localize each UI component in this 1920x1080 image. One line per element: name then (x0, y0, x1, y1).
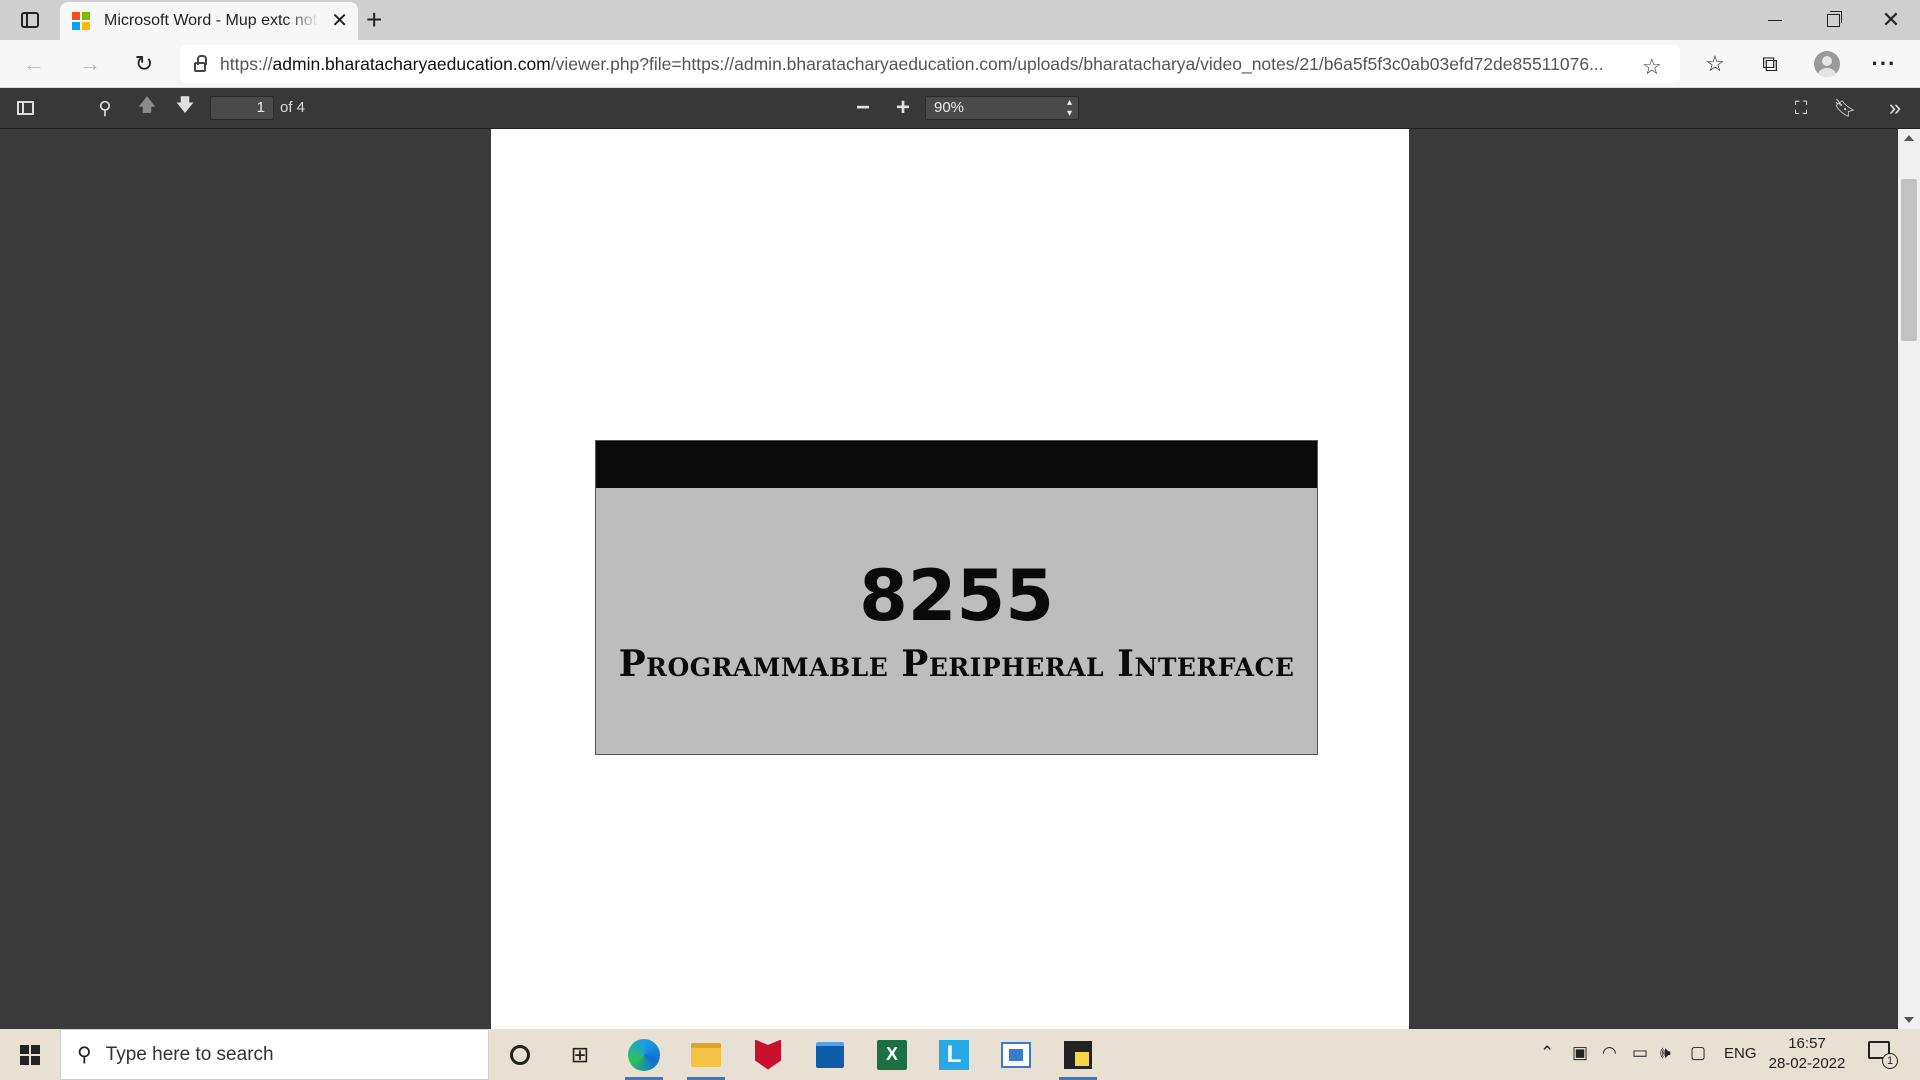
browser-toolbar: ← → ↻ https://admin.bharatacharyaeducati… (0, 40, 1920, 88)
cortana-icon[interactable] (493, 1029, 547, 1080)
search-icon[interactable]: ⚲ (92, 96, 118, 120)
search-icon: ⚲ (77, 1044, 92, 1066)
page-number-input[interactable]: 1 (210, 96, 274, 120)
reload-icon[interactable]: ↻ (130, 50, 158, 78)
title-box-band (596, 441, 1317, 488)
excel-icon[interactable]: X (865, 1029, 919, 1080)
notification-count-badge: 1 (1882, 1053, 1898, 1069)
pdf-viewer-area[interactable]: 8255 Programmable Peripheral Interface (0, 129, 1898, 1029)
sidebar-toggle-icon[interactable] (12, 96, 38, 120)
clock-time: 16:57 (1788, 1035, 1826, 1052)
window-restore-button[interactable] (1810, 6, 1856, 34)
tray-chevron-up-icon[interactable]: ⌃ (1540, 1043, 1554, 1063)
url-text[interactable]: https://admin.bharatacharyaeducation.com… (220, 54, 1620, 75)
forward-arrow-icon[interactable]: → (76, 50, 104, 78)
taskbar-clock[interactable]: 16:57 28-02-2022 (1764, 1034, 1850, 1074)
chevron-updown-icon: ▴ ▾ (1066, 97, 1072, 119)
tab-close-icon[interactable]: ✕ (331, 11, 348, 31)
l-app-icon[interactable]: L (927, 1029, 981, 1080)
edge-browser-icon[interactable] (617, 1029, 671, 1080)
windows-taskbar: ⚲ Type here to search ⊞ X L ⌃ ▣ ◠ ▭ 🕪︎ ▢… (0, 1029, 1920, 1080)
microsoft-word-icon (72, 12, 90, 30)
taskbar-search-box[interactable]: ⚲ Type here to search (60, 1029, 489, 1080)
scroll-down-icon[interactable] (1904, 1017, 1914, 1023)
bookmark-icon[interactable]: 🔖︎ (1832, 96, 1858, 120)
next-page-icon[interactable]: 🡇 (172, 95, 198, 120)
address-bar[interactable]: https://admin.bharatacharyaeducation.com… (180, 45, 1680, 83)
volume-icon[interactable]: 🕪︎ (1660, 1043, 1671, 1063)
clock-date: 28-02-2022 (1768, 1055, 1846, 1072)
zoom-out-icon[interactable]: − (850, 94, 876, 121)
battery-icon[interactable]: ▭ (1632, 1043, 1648, 1063)
chip-subtitle-heading: Programmable Peripheral Interface (618, 643, 1295, 685)
scrollbar-thumb[interactable] (1901, 179, 1917, 341)
vertical-scrollbar[interactable] (1898, 129, 1920, 1029)
presentation-mode-icon[interactable]: ⛶ (1788, 96, 1814, 120)
lock-icon[interactable] (180, 55, 220, 72)
scroll-up-icon[interactable] (1904, 135, 1914, 141)
zoom-in-icon[interactable]: + (890, 94, 916, 121)
profile-avatar[interactable] (1811, 50, 1843, 78)
file-explorer-icon[interactable] (679, 1029, 733, 1080)
input-language[interactable]: ENG (1724, 1045, 1757, 1062)
tab-actions-icon[interactable] (16, 8, 44, 32)
browser-tab-strip: Microsoft Word - Mup extc notes ✕ + ✕ (0, 0, 1920, 40)
tab-title: Microsoft Word - Mup extc notes (104, 12, 319, 29)
add-favorite-icon[interactable]: ☆ (1642, 54, 1662, 80)
chip-number-heading: 8255 (859, 555, 1054, 637)
windows-start-icon[interactable] (8, 1029, 52, 1080)
mcafee-shield-icon[interactable] (741, 1029, 795, 1080)
tray-device-icon[interactable]: ▣ (1572, 1043, 1588, 1063)
browser-tab-active[interactable]: Microsoft Word - Mup extc notes ✕ (60, 2, 358, 40)
collections-icon[interactable]: ⧉ (1754, 50, 1786, 78)
sticky-notes-icon[interactable] (1051, 1029, 1105, 1080)
tools-chevron-icon[interactable]: » (1882, 95, 1908, 120)
window-app-icon[interactable] (989, 1029, 1043, 1080)
meet-now-icon[interactable]: ▢ (1690, 1043, 1706, 1063)
wifi-icon[interactable]: ◠ (1602, 1043, 1617, 1063)
notification-center-icon[interactable]: 1 (1868, 1041, 1898, 1069)
microsoft-store-icon[interactable] (803, 1029, 857, 1080)
previous-page-icon[interactable]: 🡅 (134, 95, 160, 120)
window-minimize-button[interactable] (1752, 6, 1798, 34)
window-close-button[interactable]: ✕ (1868, 6, 1914, 34)
favorites-icon[interactable]: ☆ (1699, 50, 1731, 78)
back-arrow-icon[interactable]: ← (20, 50, 48, 78)
zoom-select[interactable]: 90% ▴ ▾ (925, 96, 1079, 120)
task-view-icon[interactable]: ⊞ (553, 1029, 607, 1080)
more-options-icon[interactable]: ··· (1868, 50, 1900, 78)
page-count-label: of 4 (280, 99, 306, 116)
search-placeholder: Type here to search (105, 1043, 274, 1065)
pdf-page: 8255 Programmable Peripheral Interface (491, 129, 1409, 1029)
new-tab-button[interactable]: + (366, 6, 382, 34)
title-box: 8255 Programmable Peripheral Interface (595, 440, 1318, 755)
